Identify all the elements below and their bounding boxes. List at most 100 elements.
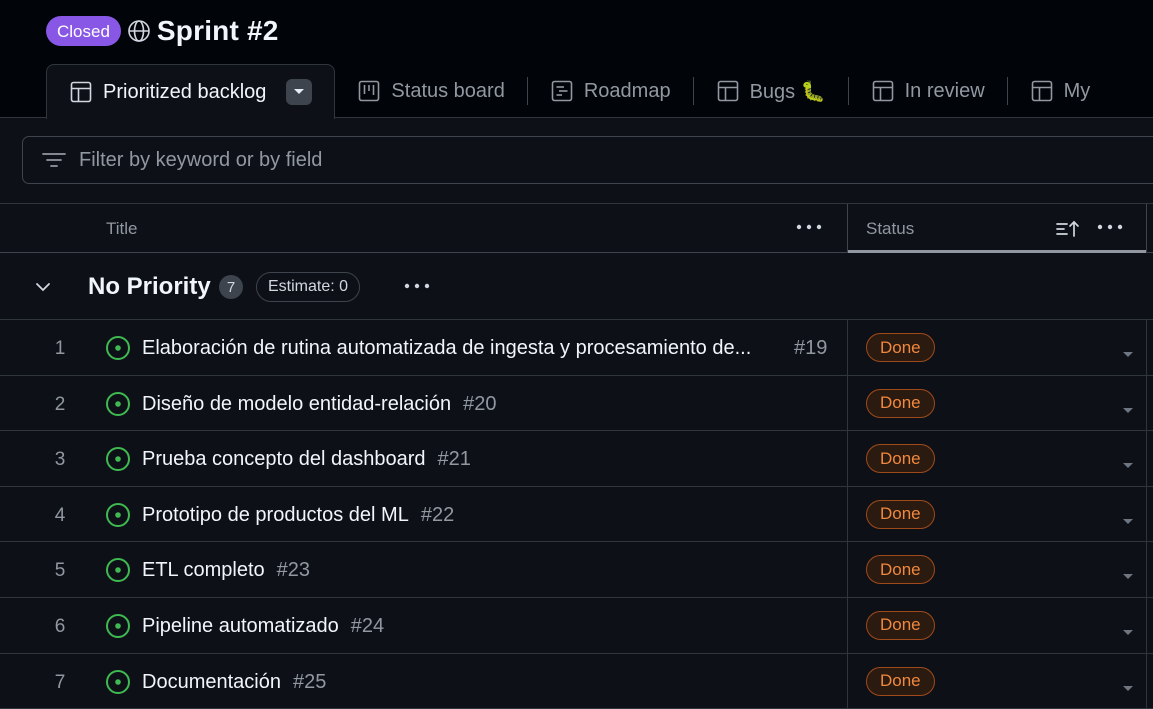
table-icon [1031,80,1052,102]
chevron-down-icon [36,283,50,292]
issue-number: #20 [463,392,497,415]
group-menu-button[interactable] [403,274,431,303]
kebab-horizontal-icon [404,283,430,289]
status-dropdown-icon[interactable] [1122,680,1134,698]
cell-divider [847,320,848,375]
row-number: 2 [54,393,66,415]
view-tabs: Prioritized backlog Status board Roadmap… [46,64,1113,119]
status-badge[interactable]: Done [866,333,935,362]
column-header-title[interactable]: Title [106,219,138,239]
cell-divider [1146,375,1147,431]
issue-title-text[interactable]: Documentación [142,671,281,693]
issue-title-text[interactable]: ETL completo [142,559,265,581]
status-badge[interactable]: Done [866,610,935,640]
table-icon [717,80,738,102]
issue-opened-icon [105,335,131,366]
row-number: 6 [54,615,66,637]
tab-roadmap[interactable]: Roadmap [528,64,693,118]
status-badge[interactable]: Done [866,499,935,529]
view-options-caret-button[interactable] [286,79,313,105]
kebab-horizontal-icon [1097,224,1123,230]
issue-title-text[interactable]: Prueba concepto del dashboard [142,448,426,470]
filter-input[interactable]: Filter by keyword or by field [22,136,1153,184]
kebab-horizontal-icon [796,224,822,230]
status-badge[interactable]: Done [866,444,935,474]
issue-title-link[interactable]: ETL completo #23 [142,559,310,582]
status-dropdown-icon[interactable] [1122,624,1134,642]
issue-opened-icon [105,446,131,477]
row-number: 7 [54,671,66,693]
issue-number: #22 [420,503,455,526]
issue-title-link[interactable]: Prueba concepto del dashboard #21 [142,448,471,471]
tab-prioritized-backlog[interactable]: Prioritized backlog [46,64,336,119]
row-number: 5 [54,560,66,582]
table-row[interactable]: 1 Elaboración de rutina automatizada de … [0,320,1153,376]
row-number: 1 [54,338,66,359]
table-row[interactable]: 6 Pipeline automatizado #24 Done [0,597,1153,654]
cell-divider [1146,653,1147,709]
cell-divider [847,542,848,597]
status-dropdown-icon[interactable] [1122,402,1134,420]
issue-opened-icon [105,557,131,588]
table-row[interactable]: 4 Prototipo de productos del ML #22 Done [0,486,1153,543]
issue-title-text[interactable]: Pipeline automatizado [142,615,339,637]
cell-divider [1146,542,1147,597]
issue-title-text[interactable]: Prototipo de productos del ML [142,504,409,526]
status-dropdown-icon[interactable] [1122,346,1134,364]
cell-divider [847,597,848,653]
column-header-status[interactable]: Status [866,219,914,239]
tab-label: Roadmap [583,79,671,102]
table-row[interactable]: 3 Prueba concepto del dashboard #21 Done [0,431,1153,487]
cell-divider [1146,431,1147,486]
tab-label: In review [904,79,985,102]
tab-label: Bugs 🐛 [749,80,826,103]
sort-ascending-icon[interactable] [1055,220,1081,243]
tab-status-board[interactable]: Status board [335,64,526,118]
table-header: Title Status [0,203,1153,253]
issue-title-link[interactable]: Pipeline automatizado #24 [142,615,384,638]
cell-divider [847,486,848,542]
issue-title-link[interactable]: Documentación #25 [142,671,326,694]
status-badge[interactable]: Done [866,388,935,418]
group-estimate-badge: Estimate: 0 [256,272,361,302]
table-row[interactable]: 2 Diseño de modelo entidad-relación #20 D… [0,375,1153,432]
title-column-menu-button[interactable] [795,217,823,242]
issue-title-text[interactable]: Diseño de modelo entidad-relación [142,393,451,415]
tab-my[interactable]: My [1008,64,1113,118]
status-badge[interactable]: Done [866,555,935,585]
issue-number: #23 [276,559,311,582]
issue-number: #24 [350,614,385,637]
table-row[interactable]: 7 Documentación #25 Done [0,653,1153,709]
issue-opened-icon [105,502,131,533]
row-number: 3 [54,449,66,471]
group-name: No Priority [88,273,211,300]
issue-list: 1 Elaboración de rutina automatizada de … [0,320,1153,709]
issue-title-link[interactable]: Diseño de modelo entidad-relación #20 [142,393,496,416]
roadmap-icon [551,80,573,102]
status-dropdown-icon[interactable] [1122,568,1134,586]
status-dropdown-icon[interactable] [1122,457,1134,475]
table-row[interactable]: 5 ETL completo #23 Done [0,542,1153,598]
closed-status-badge: Closed [46,16,121,46]
globe-icon [127,19,151,43]
table-icon [70,81,92,103]
group-header: No Priority 7 Estimate: 0 [0,253,1153,320]
status-badge[interactable]: Done [866,666,935,696]
issue-number: #21 [437,448,471,471]
tab-bugs[interactable]: Bugs 🐛 [694,64,848,118]
issue-number: #25 [292,670,327,693]
triangle-down-icon [294,89,305,94]
status-dropdown-icon[interactable] [1122,513,1134,531]
issue-number: #19 [794,337,828,359]
column-divider[interactable] [847,204,848,252]
issue-title-link[interactable]: Elaboración de rutina automatizada de in… [142,337,778,360]
cell-divider [1146,486,1147,542]
issue-title-link[interactable]: Prototipo de productos del ML #22 [142,504,454,527]
tab-in-review[interactable]: In review [849,64,1007,118]
page-title: Sprint #2 [156,15,279,46]
column-divider[interactable] [1146,204,1147,252]
collapse-group-button[interactable] [33,277,53,302]
cell-divider [847,653,848,709]
tab-label: My [1063,79,1091,102]
status-column-menu-button[interactable] [1096,217,1124,242]
